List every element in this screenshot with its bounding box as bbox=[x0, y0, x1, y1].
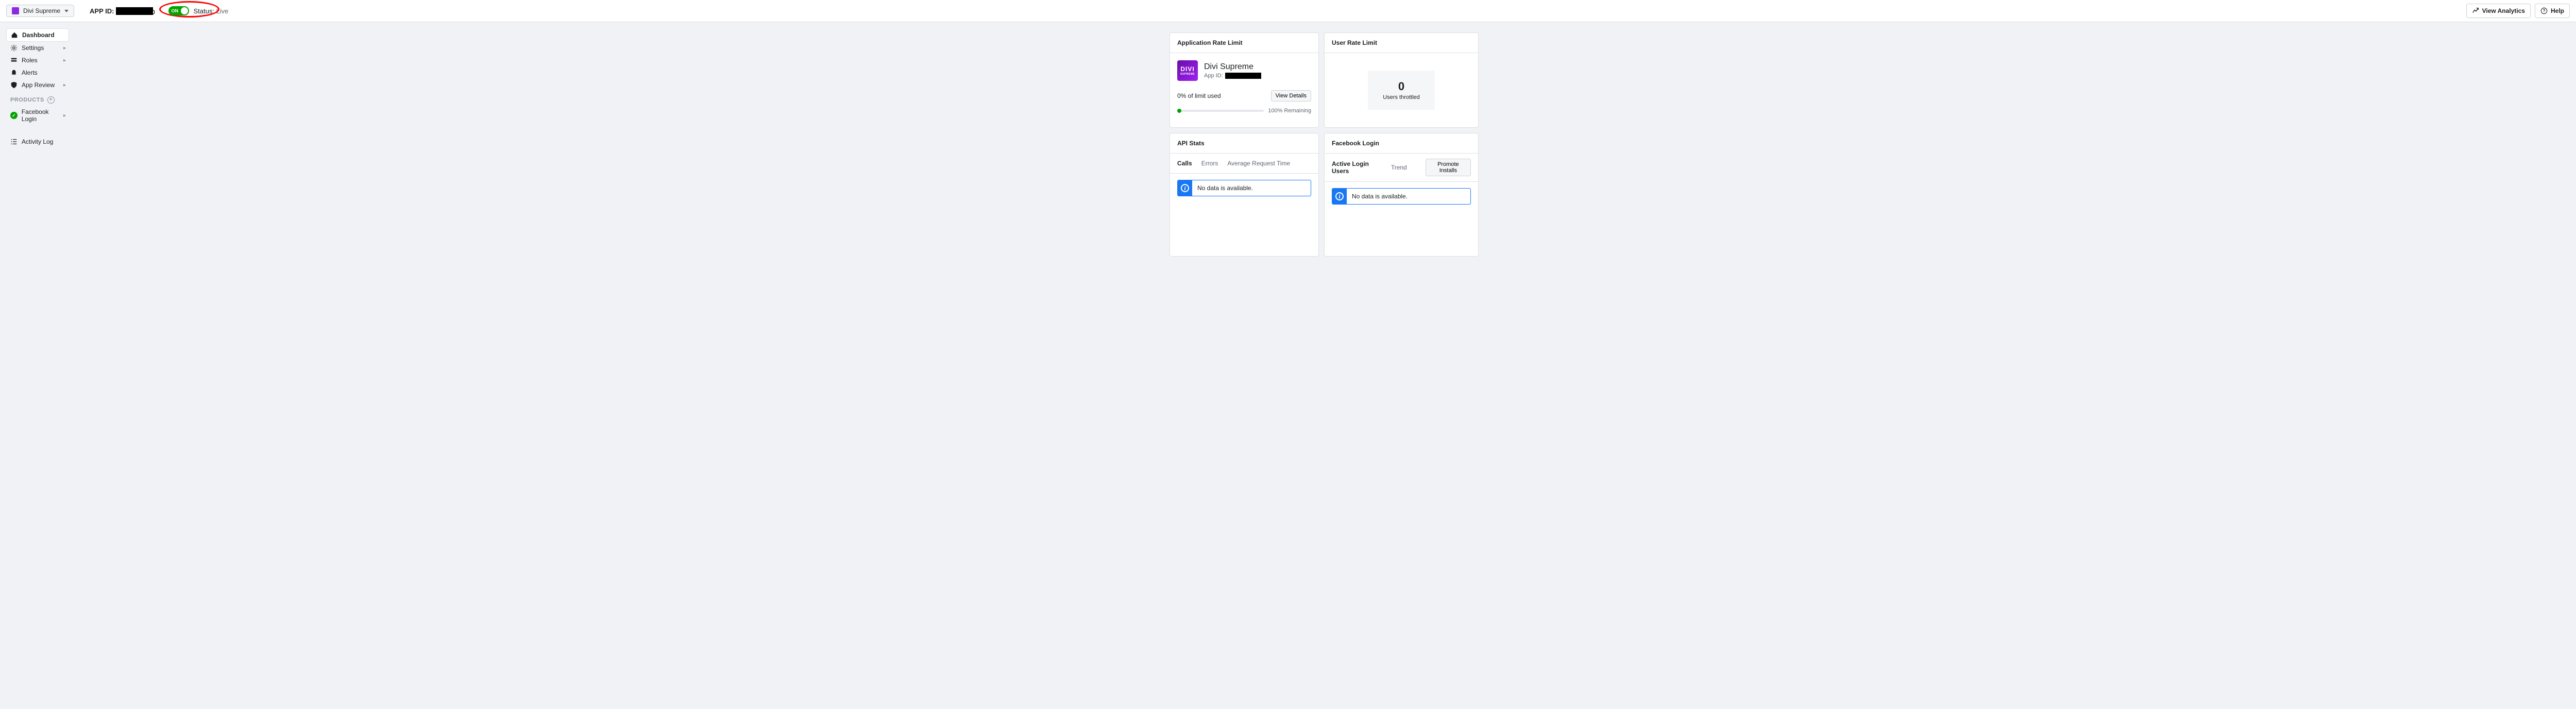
nav-products: Facebook Login ▸ bbox=[6, 106, 69, 125]
tab-errors[interactable]: Errors bbox=[1201, 159, 1218, 168]
check-circle-icon bbox=[10, 112, 18, 119]
help-label: Help bbox=[2551, 7, 2564, 14]
info-icon: i bbox=[1178, 180, 1192, 196]
chevron-right-icon: ▸ bbox=[63, 45, 66, 51]
sidebar-item-dashboard[interactable]: Dashboard bbox=[6, 28, 69, 42]
products-title: PRODUCTS bbox=[10, 97, 44, 103]
app-logo-line1: DIVI bbox=[1180, 65, 1194, 73]
sidebar-item-settings[interactable]: Settings ▸ bbox=[6, 42, 69, 54]
tab-trend[interactable]: Trend bbox=[1391, 163, 1407, 172]
card-application-rate-limit: Application Rate Limit DIVI SUPREME Divi… bbox=[1170, 32, 1319, 128]
app-selector-name: Divi Supreme bbox=[23, 7, 60, 14]
caret-down-icon bbox=[64, 10, 69, 12]
chevron-right-icon: ▸ bbox=[63, 113, 66, 119]
app-id-value: REDACTED bbox=[116, 7, 153, 15]
sidebar-item-label: App Review bbox=[22, 81, 55, 89]
add-product-icon[interactable]: + bbox=[47, 96, 55, 104]
app-id-sub-label: App ID: bbox=[1204, 73, 1223, 79]
svg-text:?: ? bbox=[2543, 9, 2546, 13]
chevron-right-icon: ▸ bbox=[63, 58, 66, 63]
app-id-sub-value bbox=[1225, 73, 1261, 79]
app-icon bbox=[12, 7, 19, 14]
app-selector-dropdown[interactable]: Divi Supreme bbox=[6, 5, 74, 17]
card-facebook-login: Facebook Login Active Login Users Trend … bbox=[1324, 133, 1479, 257]
limit-used-text: 0% of limit used bbox=[1177, 92, 1221, 99]
sidebar-item-label: Alerts bbox=[22, 69, 38, 76]
products-heading: PRODUCTS + bbox=[6, 91, 69, 106]
roles-icon bbox=[10, 57, 18, 64]
status-value: Live bbox=[216, 7, 229, 15]
status-text: Status: Live bbox=[193, 7, 228, 15]
progress-bar bbox=[1177, 110, 1264, 112]
sidebar-item-activity-log[interactable]: Activity Log bbox=[6, 136, 69, 148]
gear-icon bbox=[10, 44, 18, 52]
card-api-stats: API Stats Calls Errors Average Request T… bbox=[1170, 133, 1319, 257]
throttled-label: Users throttled bbox=[1373, 94, 1430, 100]
card-title: API Stats bbox=[1170, 133, 1318, 154]
help-icon: ? bbox=[2540, 7, 2548, 14]
throttled-count: 0 bbox=[1373, 80, 1430, 93]
tab-calls[interactable]: Calls bbox=[1177, 159, 1192, 168]
nav-footer: Activity Log bbox=[6, 136, 69, 148]
tab-active-login-users[interactable]: Active Login Users bbox=[1332, 159, 1382, 176]
fb-login-tabs: Active Login Users Trend Promote Install… bbox=[1325, 154, 1478, 182]
view-details-button[interactable]: View Details bbox=[1271, 90, 1311, 102]
card-title: Application Rate Limit bbox=[1170, 33, 1318, 53]
toggle-on-label: ON bbox=[168, 8, 178, 13]
remaining-label: 100% Remaining bbox=[1268, 108, 1311, 114]
view-analytics-button[interactable]: View Analytics bbox=[2466, 4, 2531, 18]
progress-row: 100% Remaining bbox=[1177, 108, 1311, 114]
sidebar-item-roles[interactable]: Roles ▸ bbox=[6, 54, 69, 66]
status-area: ON Status: Live bbox=[168, 6, 228, 15]
dashboard-icon bbox=[11, 31, 18, 39]
status-prefix: Status: bbox=[193, 7, 214, 15]
help-button[interactable]: ? Help bbox=[2535, 4, 2570, 18]
top-bar-right: View Analytics ? Help bbox=[2466, 4, 2570, 18]
bell-icon bbox=[10, 69, 18, 76]
app-logo-line2: SUPREME bbox=[1180, 73, 1195, 76]
chevron-right-icon: ▸ bbox=[63, 82, 66, 88]
list-icon bbox=[10, 138, 18, 145]
sidebar-item-alerts[interactable]: Alerts bbox=[6, 66, 69, 79]
dashboard-grid: Application Rate Limit DIVI SUPREME Divi… bbox=[1170, 32, 1479, 257]
app-info-row: DIVI SUPREME Divi Supreme App ID: bbox=[1177, 60, 1311, 81]
status-toggle[interactable]: ON bbox=[168, 6, 189, 15]
card-title: User Rate Limit bbox=[1325, 33, 1478, 53]
sidebar-item-label: Settings bbox=[22, 44, 44, 52]
sidebar-item-label: Activity Log bbox=[22, 138, 53, 145]
app-sub-row: App ID: bbox=[1204, 73, 1261, 79]
no-data-text: No data is available. bbox=[1352, 189, 1408, 204]
toggle-knob bbox=[181, 7, 188, 14]
sidebar-item-facebook-login[interactable]: Facebook Login ▸ bbox=[6, 106, 69, 125]
app-id-display: APP ID: REDACTED bbox=[90, 7, 153, 15]
no-data-banner: i No data is available. bbox=[1177, 180, 1311, 196]
info-icon: i bbox=[1332, 189, 1347, 204]
top-bar: Divi Supreme APP ID: REDACTED ON Status:… bbox=[0, 0, 2576, 22]
sidebar-item-label: Dashboard bbox=[22, 31, 55, 39]
tab-avg-request-time[interactable]: Average Request Time bbox=[1227, 159, 1290, 168]
nav-main: Dashboard Settings ▸ Roles ▸ Alerts App … bbox=[6, 28, 69, 91]
card-user-rate-limit: User Rate Limit 0 Users throttled bbox=[1324, 32, 1479, 128]
promote-installs-button[interactable]: Promote Installs bbox=[1426, 159, 1471, 176]
api-stats-tabs: Calls Errors Average Request Time bbox=[1170, 154, 1318, 174]
sidebar-item-label: Roles bbox=[22, 57, 38, 64]
app-name: Divi Supreme bbox=[1204, 62, 1261, 72]
throttle-box: 0 Users throttled bbox=[1368, 71, 1435, 110]
limit-row: 0% of limit used View Details bbox=[1177, 90, 1311, 102]
no-data-banner: i No data is available. bbox=[1332, 188, 1471, 205]
top-bar-left: Divi Supreme APP ID: REDACTED ON Status:… bbox=[6, 5, 228, 17]
app-id-label: APP ID: bbox=[90, 7, 114, 15]
sidebar-item-label: Facebook Login bbox=[22, 108, 65, 123]
progress-dot bbox=[1177, 109, 1181, 113]
sidebar: Dashboard Settings ▸ Roles ▸ Alerts App … bbox=[0, 22, 72, 267]
view-analytics-label: View Analytics bbox=[2482, 7, 2525, 14]
app-logo: DIVI SUPREME bbox=[1177, 60, 1198, 81]
main-content: Application Rate Limit DIVI SUPREME Divi… bbox=[72, 22, 2576, 267]
analytics-icon bbox=[2472, 7, 2479, 14]
no-data-text: No data is available. bbox=[1197, 180, 1253, 196]
card-title: Facebook Login bbox=[1325, 133, 1478, 154]
sidebar-item-app-review[interactable]: App Review ▸ bbox=[6, 79, 69, 91]
shield-check-icon bbox=[10, 81, 18, 89]
